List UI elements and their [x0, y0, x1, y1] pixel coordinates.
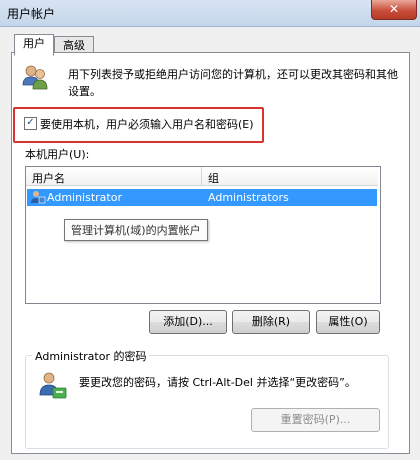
properties-button[interactable]: 属性(O)	[316, 310, 380, 334]
row-group: Administrators	[208, 191, 289, 204]
reset-password-button[interactable]: 重置密码(P)...	[251, 408, 380, 432]
tab-users-label: 用户	[23, 37, 45, 50]
require-login-label[interactable]: 要使用本机，用户必须输入用户名和密码(E)	[40, 116, 254, 132]
window-title: 用户帐户	[7, 7, 56, 21]
delete-button[interactable]: 删除(R)	[232, 310, 310, 334]
description-text: 用下列表授予或拒绝用户访问您的计算机，还可以更改其密码和其他设置。	[68, 68, 398, 98]
add-button[interactable]: 添加(D)...	[149, 310, 227, 334]
column-header-group[interactable]: 组	[208, 170, 219, 186]
column-header-username[interactable]: 用户名	[32, 170, 65, 186]
row-tooltip: 管理计算机(域)的内置帐户	[64, 219, 208, 241]
password-user-icon	[39, 372, 67, 399]
close-button[interactable]: ✕	[371, 0, 417, 20]
tab-advanced-label: 高级	[63, 39, 85, 52]
checkmark-icon: ✓	[26, 117, 35, 128]
column-separator[interactable]	[201, 167, 202, 185]
tab-users[interactable]: 用户	[14, 34, 54, 56]
password-groupbox	[25, 355, 389, 449]
title-bar	[0, 0, 420, 27]
password-group-title: Administrator 的密码	[32, 348, 150, 364]
listview-header	[26, 167, 378, 186]
require-login-checkbox[interactable]: ✓	[24, 117, 37, 130]
change-password-hint: 要更改您的密码，请按 Ctrl-Alt-Del 并选择“更改密码”。	[79, 376, 356, 389]
users-list-label: 本机用户(U):	[25, 148, 90, 161]
users-icon	[22, 65, 48, 90]
row-username: Administrator	[47, 191, 122, 204]
close-icon: ✕	[388, 2, 400, 16]
user-icon	[31, 191, 46, 204]
